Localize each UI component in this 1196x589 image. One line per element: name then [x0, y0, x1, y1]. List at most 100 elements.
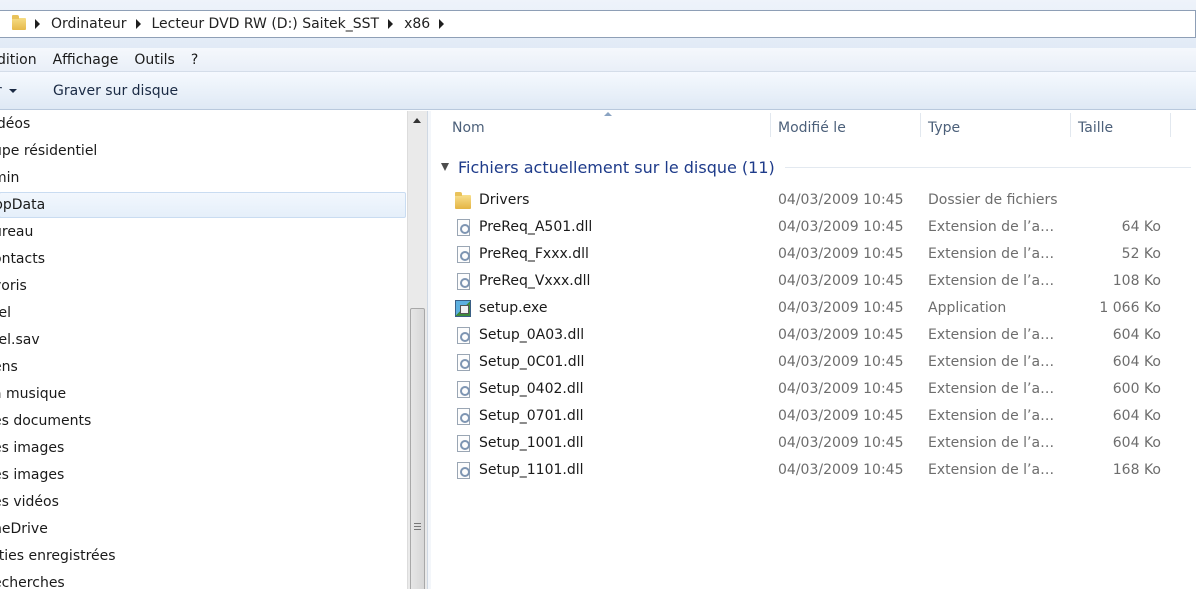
exe-icon: [455, 300, 471, 317]
organize-button[interactable]: r: [0, 83, 2, 99]
column-header-name[interactable]: Nom: [452, 120, 485, 136]
nav-item[interactable]: tel: [0, 300, 406, 326]
nav-item[interactable]: tel.sav: [0, 327, 406, 353]
nav-item[interactable]: upe résidentiel: [0, 138, 406, 164]
chevron-down-icon[interactable]: [9, 89, 17, 93]
file-size: 1 066 Ko: [1099, 300, 1161, 316]
file-row[interactable]: Setup_1001.dll 04/03/2009 10:45 Extension …: [451, 430, 1191, 457]
file-row[interactable]: PreReq_Fxxx.dll 04/03/2009 10:45 Extension…: [451, 241, 1191, 268]
sort-ascending-icon: [604, 112, 612, 116]
nav-item[interactable]: ontacts: [0, 246, 406, 272]
file-type: Extension de l’app...: [928, 219, 1062, 235]
dll-icon: [457, 327, 470, 344]
file-list-pane: Nom Modifié le Type Taille Fichiers actu…: [431, 111, 1196, 589]
chevron-right-icon[interactable]: [35, 19, 40, 29]
breadcrumb-x86[interactable]: x86: [404, 16, 430, 32]
column-header-modified[interactable]: Modifié le: [778, 120, 846, 136]
menu-bar: dition Affichage Outils ?: [0, 48, 1196, 72]
file-type: Extension de l’app...: [928, 354, 1062, 370]
file-size: 108 Ko: [1112, 273, 1161, 289]
chevron-right-icon[interactable]: [135, 19, 141, 29]
file-row[interactable]: Drivers 04/03/2009 10:45 Dossier de fichie…: [451, 187, 1191, 214]
file-modified-date: 04/03/2009 10:45: [778, 192, 904, 208]
file-name[interactable]: PreReq_A501.dll: [479, 219, 592, 235]
file-type: Application: [928, 300, 1007, 316]
dll-icon: [457, 435, 470, 452]
folder-icon: [455, 192, 471, 209]
dll-icon: [457, 273, 470, 290]
file-type: Extension de l’app...: [928, 273, 1062, 289]
file-row[interactable]: setup.exe 04/03/2009 10:45 Application 1 06…: [451, 295, 1191, 322]
nav-item[interactable]: rties enregistrées: [0, 543, 406, 569]
command-toolbar: r Graver sur disque: [0, 72, 1196, 110]
column-headers: Nom Modifié le Type Taille: [431, 111, 1196, 143]
menu-affichage[interactable]: Affichage: [45, 52, 127, 68]
dll-icon: [457, 462, 470, 479]
nav-item-label: upe résidentiel: [0, 143, 98, 159]
file-name[interactable]: PreReq_Fxxx.dll: [479, 246, 589, 262]
nav-item[interactable]: ureau: [0, 219, 406, 245]
file-name[interactable]: Setup_1101.dll: [479, 462, 584, 478]
chevron-right-icon[interactable]: [388, 19, 394, 29]
file-modified-date: 04/03/2009 10:45: [778, 246, 904, 262]
scroll-up-arrow-icon[interactable]: [408, 111, 427, 131]
column-divider[interactable]: [920, 113, 921, 137]
nav-item-label: ppData: [0, 197, 46, 213]
nav-item-label: min: [0, 170, 20, 186]
menu-help[interactable]: ?: [183, 52, 206, 68]
file-name[interactable]: Setup_0C01.dll: [479, 354, 584, 370]
nav-item[interactable]: es vidéos: [0, 489, 406, 515]
file-type: Extension de l’app...: [928, 435, 1062, 451]
file-row[interactable]: Setup_0701.dll 04/03/2009 10:45 Extension …: [451, 403, 1191, 430]
column-divider[interactable]: [1070, 113, 1071, 137]
nav-item[interactable]: min: [0, 165, 406, 191]
file-row[interactable]: PreReq_Vxxx.dll 04/03/2009 10:45 Extension…: [451, 268, 1191, 295]
file-name[interactable]: Setup_0A03.dll: [479, 327, 584, 343]
nav-item[interactable]: ens: [0, 354, 406, 380]
file-name[interactable]: Drivers: [479, 192, 529, 208]
group-header[interactable]: Fichiers actuellement sur le disque (11): [441, 157, 1191, 177]
file-name[interactable]: Setup_0701.dll: [479, 408, 584, 424]
file-size: 168 Ko: [1112, 462, 1161, 478]
chevron-right-icon[interactable]: [439, 19, 445, 29]
nav-item[interactable]: es images: [0, 435, 406, 461]
address-bar[interactable]: Ordinateur Lecteur DVD RW (D:) Saitek_SS…: [0, 10, 1196, 38]
nav-item[interactable]: idéos: [0, 111, 406, 137]
nav-scrollbar[interactable]: [407, 111, 427, 589]
nav-item[interactable]: neDrive: [0, 516, 406, 542]
menu-edition[interactable]: dition: [0, 52, 45, 68]
breadcrumb-dvd-drive[interactable]: Lecteur DVD RW (D:) Saitek_SST: [152, 16, 380, 32]
menu-outils[interactable]: Outils: [126, 52, 182, 68]
file-name[interactable]: Setup_1001.dll: [479, 435, 584, 451]
breadcrumb-computer[interactable]: Ordinateur: [51, 16, 127, 32]
nav-item[interactable]: voris: [0, 273, 406, 299]
column-divider[interactable]: [770, 113, 771, 137]
file-name[interactable]: PreReq_Vxxx.dll: [479, 273, 590, 289]
column-header-size[interactable]: Taille: [1078, 120, 1113, 136]
file-size: 64 Ko: [1121, 219, 1161, 235]
file-row[interactable]: Setup_0A03.dll 04/03/2009 10:45 Extension …: [451, 322, 1191, 349]
nav-item[interactable]: ppData: [0, 192, 406, 218]
nav-item[interactable]: es documents: [0, 408, 406, 434]
file-row[interactable]: Setup_0C01.dll 04/03/2009 10:45 Extension …: [451, 349, 1191, 376]
file-type: Dossier de fichiers: [928, 192, 1058, 208]
file-size: 600 Ko: [1112, 381, 1161, 397]
file-row[interactable]: Setup_0402.dll 04/03/2009 10:45 Extension …: [451, 376, 1191, 403]
file-row[interactable]: Setup_1101.dll 04/03/2009 10:45 Extension …: [451, 457, 1191, 484]
column-divider[interactable]: [1170, 113, 1171, 137]
nav-item[interactable]: a musique: [0, 381, 406, 407]
nav-item[interactable]: es images: [0, 462, 406, 488]
scroll-thumb[interactable]: [410, 308, 425, 589]
file-name[interactable]: setup.exe: [479, 300, 547, 316]
file-name[interactable]: Setup_0402.dll: [479, 381, 584, 397]
collapse-triangle-icon[interactable]: [441, 163, 449, 171]
nav-item[interactable]: echerches: [0, 570, 406, 589]
file-row[interactable]: PreReq_A501.dll 04/03/2009 10:45 Extension…: [451, 214, 1191, 241]
file-modified-date: 04/03/2009 10:45: [778, 462, 904, 478]
file-size: 52 Ko: [1121, 246, 1161, 262]
group-title: Fichiers actuellement sur le disque (11): [458, 157, 775, 177]
nav-item-label: echerches: [0, 575, 65, 589]
burn-to-disc-button[interactable]: Graver sur disque: [53, 83, 178, 99]
nav-item-label: ureau: [0, 224, 34, 240]
column-header-type[interactable]: Type: [928, 120, 960, 136]
